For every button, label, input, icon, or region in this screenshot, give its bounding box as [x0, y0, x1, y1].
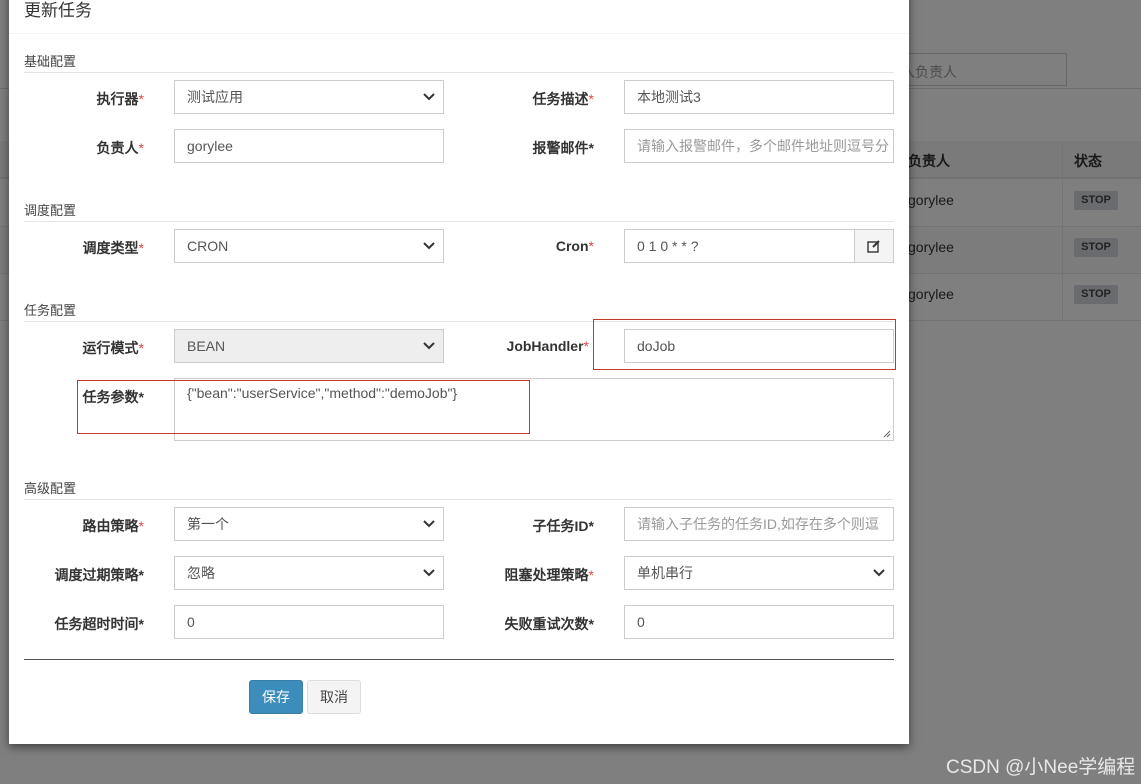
executor-label: 执行器* [96, 91, 144, 107]
cancel-button[interactable]: 取消 [307, 680, 361, 714]
fail-retry-input[interactable]: 0 [624, 605, 894, 639]
chevron-down-icon [423, 508, 435, 529]
chevron-down-icon [873, 557, 885, 578]
chevron-down-icon [423, 557, 435, 578]
highlight-box [77, 380, 530, 434]
executor-select[interactable]: 测试应用 [174, 80, 444, 114]
child-job-id-label: 子任务ID* [532, 518, 594, 534]
job-desc-input[interactable]: 本地测试3 [624, 80, 894, 114]
chevron-down-icon [423, 330, 435, 351]
author-input[interactable]: gorylee [174, 129, 444, 163]
schedule-type-label: 调度类型* [82, 240, 144, 256]
modal-header: 更新任务 [9, 0, 909, 34]
highlight-box [593, 319, 896, 370]
fail-retry-label: 失败重试次数* [504, 616, 594, 632]
section-title-basic: 基础配置 [24, 51, 894, 73]
save-button[interactable]: 保存 [249, 680, 303, 714]
run-mode-label: 运行模式* [82, 340, 144, 356]
route-strategy-select[interactable]: 第一个 [174, 507, 444, 541]
timeout-input[interactable]: 0 [174, 605, 444, 639]
alarm-email-input[interactable]: 请输入报警邮件，多个邮件地址则逗号分 [624, 129, 894, 163]
section-title-schedule: 调度配置 [24, 200, 894, 222]
author-label: 负责人* [96, 140, 144, 156]
alarm-email-label: 报警邮件* [532, 140, 594, 156]
cron-label: Cron* [555, 238, 594, 254]
modal-title: 更新任务 [24, 1, 92, 20]
misfire-strategy-select[interactable]: 忽略 [174, 556, 444, 590]
edit-icon [867, 240, 880, 253]
divider [24, 659, 894, 660]
job-desc-label: 任务描述* [532, 91, 594, 107]
chevron-down-icon [423, 81, 435, 102]
timeout-label: 任务超时时间* [54, 616, 144, 632]
job-handler-label: JobHandler* [506, 338, 589, 354]
resize-handle-icon[interactable] [883, 430, 891, 438]
block-strategy-label: 阻塞处理策略* [504, 567, 594, 583]
misfire-strategy-label: 调度过期策略* [54, 567, 144, 583]
route-strategy-label: 路由策略* [82, 518, 144, 534]
cron-input[interactable]: 0 1 0 * * ? [624, 229, 855, 263]
section-title-advanced: 高级配置 [24, 478, 894, 500]
run-mode-select: BEAN [174, 329, 444, 363]
child-job-id-input[interactable]: 请输入子任务的任务ID,如存在多个则逗 [624, 507, 894, 541]
watermark: CSDN @小Nee学编程 [946, 757, 1136, 778]
schedule-type-select[interactable]: CRON [174, 229, 444, 263]
update-task-modal: 更新任务 基础配置 执行器* 测试应用 任务描述* 本地测试3 负责人* gor… [9, 0, 909, 744]
chevron-down-icon [423, 230, 435, 251]
cron-edit-button[interactable] [854, 229, 894, 263]
block-strategy-select[interactable]: 单机串行 [624, 556, 894, 590]
